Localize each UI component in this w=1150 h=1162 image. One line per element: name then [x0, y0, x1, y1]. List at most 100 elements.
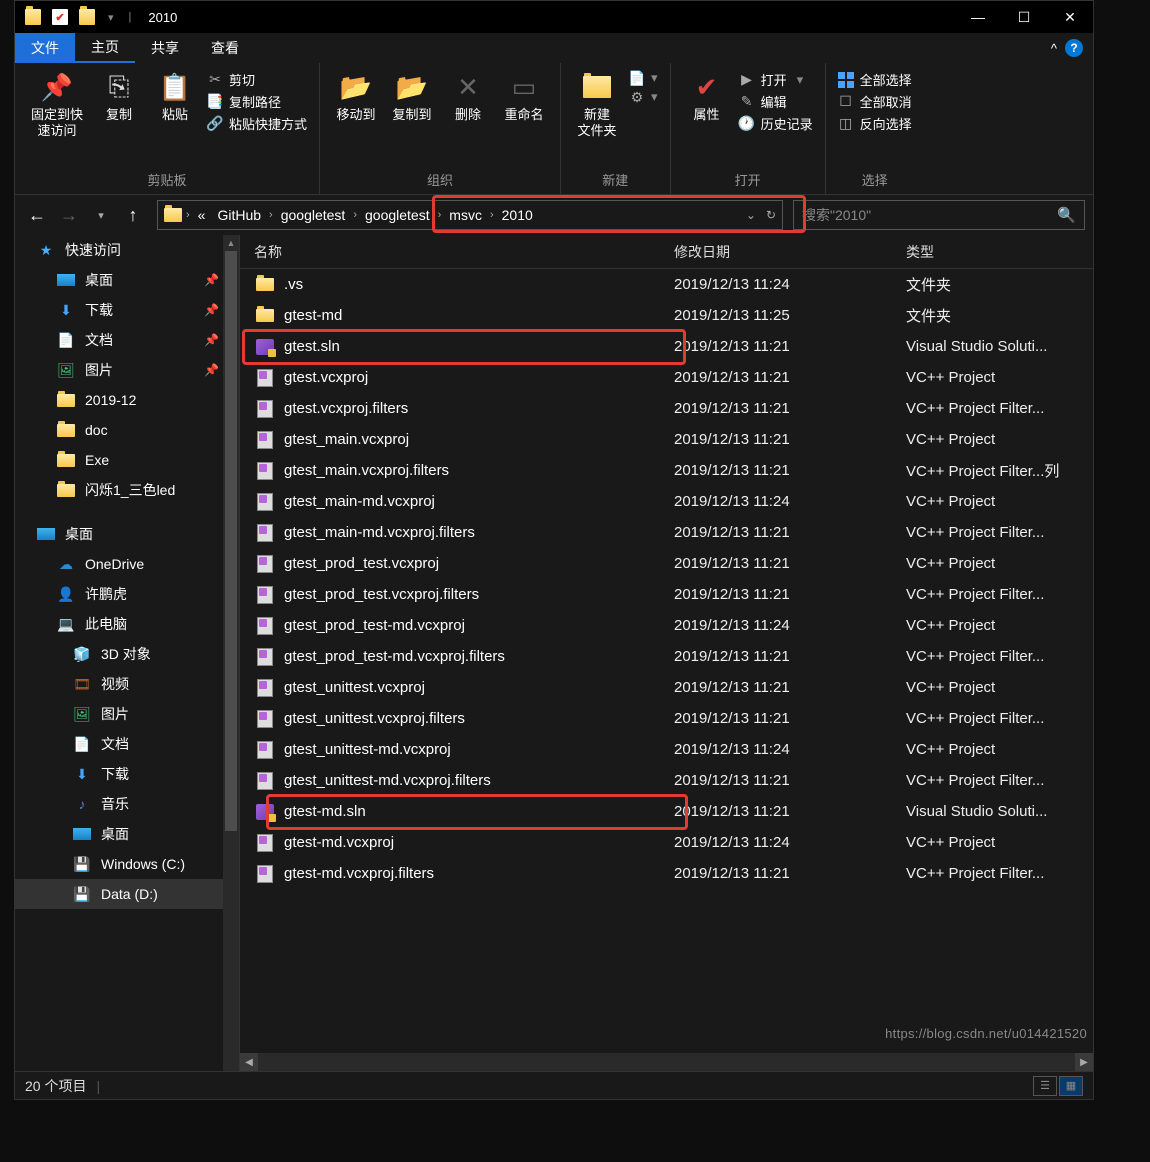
rename-button[interactable]: ▭重命名: [496, 67, 552, 167]
refresh-button[interactable]: ↻: [766, 208, 776, 222]
sidebar-item[interactable]: 💻此电脑: [15, 609, 239, 639]
maximize-button[interactable]: ☐: [1001, 1, 1047, 33]
nav-back-button[interactable]: ←: [23, 201, 51, 229]
sidebar-item[interactable]: 📄文档: [15, 729, 239, 759]
minimize-button[interactable]: —: [955, 1, 1001, 33]
easyaccess-button[interactable]: ⚙▾: [629, 89, 658, 105]
newfolder-button[interactable]: 新建 文件夹: [569, 67, 625, 167]
breadcrumb-item[interactable]: msvc: [445, 207, 486, 223]
copyto-button[interactable]: 📂复制到: [384, 67, 440, 167]
col-type[interactable]: 类型: [906, 242, 1093, 262]
paste-button[interactable]: 📋粘贴: [147, 67, 203, 167]
file-row[interactable]: gtest_main.vcxproj2019/12/13 11:21VC++ P…: [240, 424, 1093, 455]
pasteshortcut-button[interactable]: 🔗粘贴快捷方式: [207, 114, 307, 133]
breadcrumb-item[interactable]: 2010: [498, 207, 537, 223]
column-headers[interactable]: 名称 修改日期 类型: [240, 235, 1093, 269]
file-row[interactable]: gtest_prod_test.vcxproj.filters2019/12/1…: [240, 579, 1093, 610]
sidebar-item[interactable]: 👤许鹏虎: [15, 579, 239, 609]
sidebar-item[interactable]: 💾Windows (C:): [15, 849, 239, 879]
tab-share[interactable]: 共享: [135, 33, 195, 63]
file-row[interactable]: gtest_prod_test-md.vcxproj.filters2019/1…: [240, 641, 1093, 672]
search-input[interactable]: 搜索"2010" 🔍: [793, 200, 1085, 230]
file-type: VC++ Project Filter...: [906, 648, 1093, 665]
file-row[interactable]: gtest-md2019/12/13 11:25文件夹: [240, 300, 1093, 331]
file-row[interactable]: gtest.vcxproj2019/12/13 11:21VC++ Projec…: [240, 362, 1093, 393]
breadcrumb-item[interactable]: googletest: [361, 207, 434, 223]
open-button[interactable]: ▶打开▾: [739, 70, 813, 89]
cut-button[interactable]: ✂剪切: [207, 70, 307, 89]
breadcrumb-ellipsis[interactable]: «: [194, 207, 210, 223]
file-row[interactable]: gtest-md.vcxproj2019/12/13 11:24VC++ Pro…: [240, 827, 1093, 858]
file-row[interactable]: gtest_main-md.vcxproj.filters2019/12/13 …: [240, 517, 1093, 548]
file-row[interactable]: gtest.sln2019/12/13 11:21Visual Studio S…: [240, 331, 1093, 362]
qat-properties-icon[interactable]: ✔: [52, 9, 68, 25]
properties-button[interactable]: ✔属性: [679, 67, 735, 167]
moveto-button[interactable]: 📂移动到: [328, 67, 384, 167]
sidebar-item[interactable]: 🧊3D 对象: [15, 639, 239, 669]
newitem-button[interactable]: 📄▾: [629, 70, 658, 86]
help-button[interactable]: ?: [1065, 39, 1083, 57]
sidebar-item[interactable]: 桌面: [15, 819, 239, 849]
file-row[interactable]: gtest_unittest-md.vcxproj.filters2019/12…: [240, 765, 1093, 796]
file-row[interactable]: gtest.vcxproj.filters2019/12/13 11:21VC+…: [240, 393, 1093, 424]
qat-dropdown-icon[interactable]: ▾: [108, 11, 114, 24]
file-row[interactable]: .vs2019/12/13 11:24文件夹: [240, 269, 1093, 300]
breadcrumb-dropdown-icon[interactable]: ⌄: [746, 208, 756, 222]
file-row[interactable]: gtest_prod_test-md.vcxproj2019/12/13 11:…: [240, 610, 1093, 641]
file-row[interactable]: gtest-md.vcxproj.filters2019/12/13 11:21…: [240, 858, 1093, 889]
history-button[interactable]: 🕐历史记录: [739, 114, 813, 133]
invertselect-button[interactable]: ◫反向选择: [838, 114, 912, 133]
view-icons-button[interactable]: ▦: [1059, 1076, 1083, 1096]
delete-button[interactable]: ✕删除: [440, 67, 496, 167]
sidebar-item[interactable]: ⬇下载📌: [15, 295, 239, 325]
copypath-button[interactable]: 📑复制路径: [207, 92, 307, 111]
col-name[interactable]: 名称: [254, 242, 674, 262]
file-row[interactable]: gtest-md.sln2019/12/13 11:21Visual Studi…: [240, 796, 1093, 827]
copy-button[interactable]: ⎘复制: [91, 67, 147, 167]
sidebar-item[interactable]: ⬇下载: [15, 759, 239, 789]
sidebar-item[interactable]: 闪烁1_三色led: [15, 475, 239, 505]
sidebar-item[interactable]: 💾Data (D:): [15, 879, 239, 909]
sidebar-item[interactable]: 🎞视频: [15, 669, 239, 699]
view-details-button[interactable]: ☰: [1033, 1076, 1057, 1096]
sidebar-item[interactable]: 桌面📌: [15, 265, 239, 295]
col-date[interactable]: 修改日期: [674, 242, 906, 262]
file-row[interactable]: gtest_unittest-md.vcxproj2019/12/13 11:2…: [240, 734, 1093, 765]
file-row[interactable]: gtest_unittest.vcxproj2019/12/13 11:21VC…: [240, 672, 1093, 703]
file-row[interactable]: gtest_main-md.vcxproj2019/12/13 11:24VC+…: [240, 486, 1093, 517]
nav-recent-button[interactable]: ▾: [87, 201, 115, 229]
pin-quickaccess-button[interactable]: 📌固定到快 速访问: [23, 67, 91, 167]
sidebar-scrollbar[interactable]: ▲: [223, 235, 239, 1071]
tab-view[interactable]: 查看: [195, 33, 255, 63]
file-row[interactable]: gtest_prod_test.vcxproj2019/12/13 11:21V…: [240, 548, 1093, 579]
file-date: 2019/12/13 11:24: [674, 493, 906, 510]
copypath-icon: 📑: [207, 94, 223, 110]
breadcrumb-item[interactable]: googletest: [277, 207, 350, 223]
sidebar-item[interactable]: 🖼图片📌: [15, 355, 239, 385]
tab-home[interactable]: 主页: [75, 33, 135, 63]
sidebar-item[interactable]: doc: [15, 415, 239, 445]
file-row[interactable]: gtest_unittest.vcxproj.filters2019/12/13…: [240, 703, 1093, 734]
tab-file[interactable]: 文件: [15, 33, 75, 63]
file-type: VC++ Project: [906, 493, 1093, 510]
nav-forward-button[interactable]: →: [55, 201, 83, 229]
sidebar-item[interactable]: 📄文档📌: [15, 325, 239, 355]
breadcrumb[interactable]: › « GitHub› googletest› googletest› msvc…: [157, 200, 783, 230]
sidebar-item[interactable]: 2019-12: [15, 385, 239, 415]
sidebar-item[interactable]: 🖼图片: [15, 699, 239, 729]
selectnone-button[interactable]: ☐全部取消: [838, 92, 912, 111]
horizontal-scrollbar[interactable]: ◀ ▶: [240, 1053, 1093, 1071]
ribbon-collapse-icon[interactable]: ^: [1051, 41, 1057, 56]
nav-up-button[interactable]: ↑: [119, 201, 147, 229]
sidebar-item[interactable]: Exe: [15, 445, 239, 475]
edit-button[interactable]: ✎编辑: [739, 92, 813, 111]
close-button[interactable]: ✕: [1047, 1, 1093, 33]
sidebar-item[interactable]: 桌面: [15, 519, 239, 549]
sidebar-item[interactable]: ☁OneDrive: [15, 549, 239, 579]
qat-newfolder-icon[interactable]: [79, 9, 95, 25]
breadcrumb-item[interactable]: GitHub: [213, 207, 265, 223]
file-row[interactable]: gtest_main.vcxproj.filters2019/12/13 11:…: [240, 455, 1093, 486]
sidebar-item[interactable]: ♪音乐: [15, 789, 239, 819]
selectall-button[interactable]: 全部选择: [838, 70, 912, 89]
sidebar-item[interactable]: ★快速访问: [15, 235, 239, 265]
